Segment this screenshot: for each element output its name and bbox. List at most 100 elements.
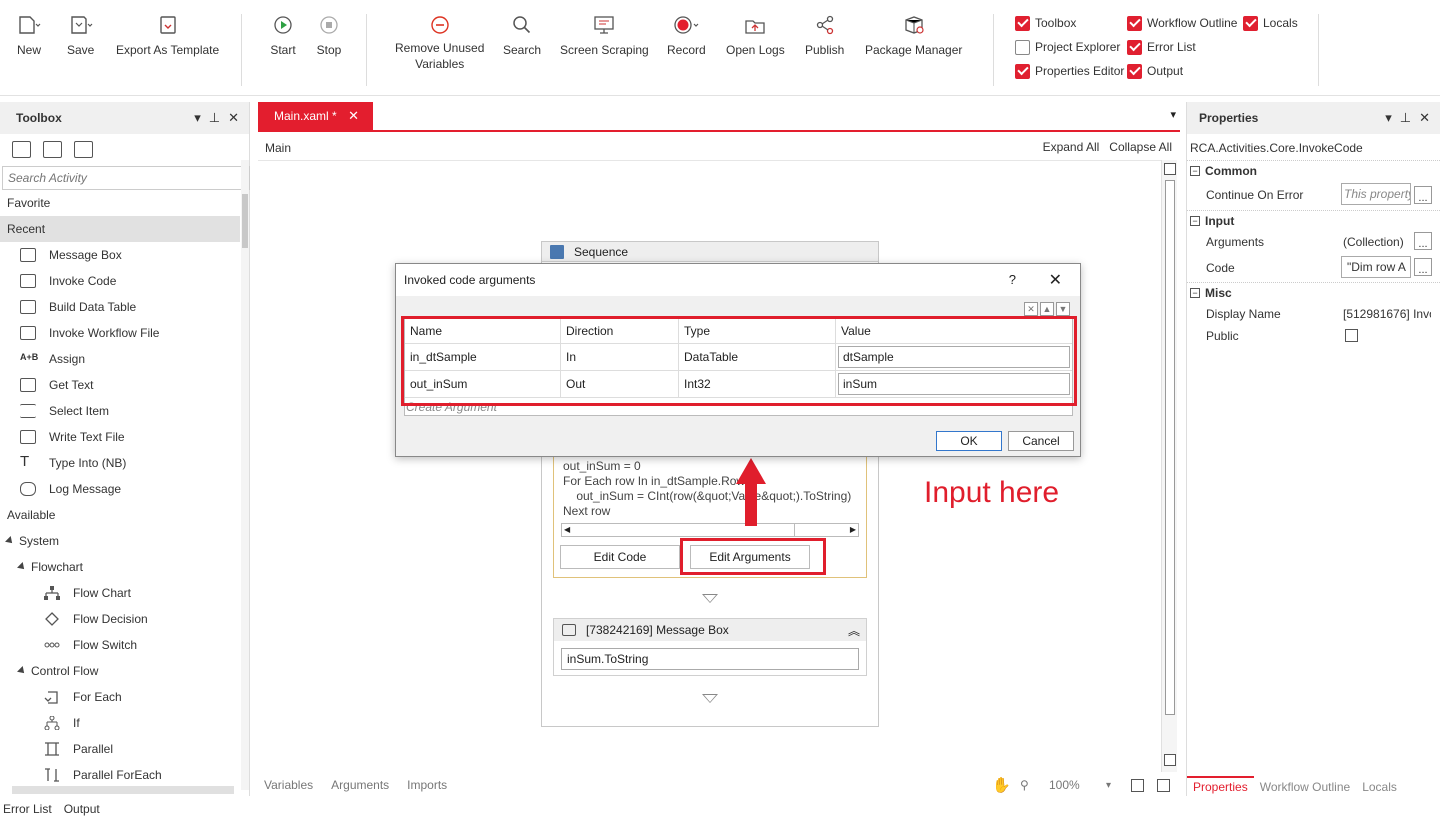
- ok-button[interactable]: OK: [936, 431, 1002, 451]
- move-up-icon[interactable]: ▲: [1040, 302, 1054, 316]
- move-down-icon[interactable]: ▼: [1056, 302, 1070, 316]
- collapse-chevron-icon[interactable]: ︽: [848, 622, 860, 639]
- toolbox-item-build-data-table[interactable]: Build Data Table: [0, 294, 240, 320]
- designer-scrollbar[interactable]: [1161, 160, 1177, 772]
- property-category-input[interactable]: − Input: [1187, 210, 1440, 230]
- search-button[interactable]: Search: [503, 12, 541, 58]
- toolbox-item-for-each[interactable]: For Each: [0, 684, 240, 710]
- package-manager-button[interactable]: Package Manager: [865, 12, 962, 58]
- dialog-close-icon[interactable]: ✕: [1049, 270, 1062, 290]
- toolbox-item-get-text[interactable]: Get Text: [0, 372, 240, 398]
- close-icon[interactable]: ✕: [1419, 110, 1430, 126]
- continue-on-error-input[interactable]: This property: [1341, 183, 1411, 205]
- close-icon[interactable]: ✕: [228, 110, 239, 126]
- scroll-down-icon[interactable]: [1164, 754, 1176, 766]
- help-button[interactable]: ?: [1009, 272, 1016, 287]
- ellipsis-button[interactable]: ...: [1414, 258, 1432, 276]
- scroll-right-icon[interactable]: ▶: [850, 525, 856, 534]
- dropdown-arrow-icon[interactable]: ▾: [1385, 110, 1392, 126]
- locals-checkbox[interactable]: Locals: [1243, 14, 1298, 32]
- toolbox-item-flow-decision[interactable]: Flow Decision: [0, 606, 240, 632]
- cancel-button[interactable]: Cancel: [1008, 431, 1074, 451]
- collapse-box-icon[interactable]: −: [1190, 215, 1200, 226]
- properties-editor-checkbox[interactable]: Properties Editor: [1015, 62, 1124, 80]
- hand-pan-icon[interactable]: ✋: [992, 776, 1011, 794]
- dropdown-arrow-icon[interactable]: ▾: [194, 110, 201, 126]
- toolbox-item-message-box[interactable]: Message Box: [0, 242, 240, 268]
- tab-locals[interactable]: Locals: [1356, 776, 1403, 798]
- public-checkbox[interactable]: [1345, 329, 1358, 342]
- imports-tab[interactable]: Imports: [407, 778, 447, 792]
- publish-button[interactable]: Publish: [805, 12, 844, 58]
- toolbox-item-parallel[interactable]: Parallel: [0, 736, 240, 762]
- overview-icon[interactable]: [1157, 778, 1170, 792]
- toolbox-item-invoke-code[interactable]: Invoke Code: [0, 268, 240, 294]
- collapse-box-icon[interactable]: −: [1190, 165, 1200, 176]
- zoom-icon[interactable]: ⚲: [1020, 778, 1029, 792]
- save-button[interactable]: Save: [67, 12, 94, 58]
- expand-all-link[interactable]: Expand All: [1043, 140, 1100, 154]
- toolbox-checkbox[interactable]: Toolbox: [1015, 14, 1076, 32]
- screen-scraping-button[interactable]: Screen Scraping: [560, 12, 649, 58]
- toolbox-group-flowchart[interactable]: Flowchart: [0, 554, 240, 580]
- toolbox-section-favorite[interactable]: Favorite: [0, 190, 240, 216]
- tab-properties[interactable]: Properties: [1187, 776, 1254, 798]
- variables-tab[interactable]: Variables: [264, 778, 313, 792]
- expand-all-icon[interactable]: [12, 140, 31, 158]
- start-button[interactable]: Start: [270, 12, 296, 58]
- output-checkbox[interactable]: Output: [1127, 62, 1183, 80]
- list-view-icon[interactable]: [74, 140, 93, 158]
- arguments-value[interactable]: (Collection): [1341, 231, 1411, 253]
- toolbox-item-invoke-workflow-file[interactable]: Invoke Workflow File: [0, 320, 240, 346]
- breadcrumb[interactable]: Main: [265, 141, 291, 155]
- scroll-up-icon[interactable]: [1164, 163, 1176, 175]
- search-activity-input[interactable]: [2, 166, 250, 190]
- toolbox-item-type-into[interactable]: T Type Into (NB): [0, 450, 240, 476]
- zoom-level[interactable]: 100%: [1049, 778, 1080, 792]
- collapse-box-icon[interactable]: −: [1190, 287, 1200, 298]
- zoom-dropdown-icon[interactable]: ▾: [1106, 780, 1111, 791]
- collapse-all-link[interactable]: Collapse All: [1109, 140, 1172, 154]
- arguments-tab[interactable]: Arguments: [331, 778, 389, 792]
- remove-unused-variables-button[interactable]: Remove Unused Variables: [395, 12, 484, 72]
- export-as-template-button[interactable]: Export As Template: [116, 12, 219, 58]
- toolbox-group-system[interactable]: System: [0, 528, 240, 554]
- toolbox-group-control-flow[interactable]: Control Flow: [0, 658, 240, 684]
- tab-workflow-outline[interactable]: Workflow Outline: [1254, 776, 1356, 798]
- toolbox-horizontal-scrollbar[interactable]: [12, 786, 234, 794]
- toolbox-item-flow-chart[interactable]: Flow Chart: [0, 580, 240, 606]
- workflow-outline-checkbox[interactable]: Workflow Outline: [1127, 14, 1237, 32]
- toolbox-item-parallel-foreach[interactable]: Parallel ForEach: [0, 762, 240, 788]
- toolbox-item-select-item[interactable]: Select Item: [0, 398, 240, 424]
- property-category-misc[interactable]: − Misc: [1187, 282, 1440, 302]
- scrollbar-thumb[interactable]: [1165, 180, 1175, 715]
- display-name-input[interactable]: [512981676] Invo: [1341, 303, 1431, 325]
- project-explorer-checkbox[interactable]: Project Explorer: [1015, 38, 1120, 56]
- property-category-common[interactable]: − Common: [1187, 160, 1440, 180]
- toolbox-item-if[interactable]: If: [0, 710, 240, 736]
- collapse-all-icon[interactable]: [43, 140, 62, 158]
- toolbox-item-assign[interactable]: A+B Assign: [0, 346, 240, 372]
- pin-icon[interactable]: ⊥: [209, 110, 220, 126]
- ellipsis-button[interactable]: ...: [1414, 186, 1432, 204]
- ellipsis-button[interactable]: ...: [1414, 232, 1432, 250]
- tab-overflow-icon[interactable]: ▾: [1170, 108, 1176, 121]
- tab-output[interactable]: Output: [64, 802, 100, 816]
- code-horizontal-scrollbar[interactable]: ◀ ▶: [561, 523, 859, 537]
- toolbox-section-available[interactable]: Available: [0, 502, 240, 528]
- toolbox-item-write-text-file[interactable]: Write Text File: [0, 424, 240, 450]
- toolbox-scrollbar[interactable]: [241, 160, 249, 790]
- message-box-activity[interactable]: [738242169] Message Box ︽ inSum.ToString: [553, 618, 867, 676]
- pin-icon[interactable]: ⊥: [1400, 110, 1411, 126]
- new-button[interactable]: New: [16, 12, 42, 58]
- close-tab-icon[interactable]: ✕: [348, 108, 359, 124]
- code-input[interactable]: "Dim row A: [1341, 256, 1411, 278]
- delete-argument-icon[interactable]: ✕: [1024, 302, 1038, 316]
- scrollbar-thumb[interactable]: [242, 194, 248, 248]
- edit-code-button[interactable]: Edit Code: [560, 545, 680, 569]
- toolbox-section-recent[interactable]: Recent: [0, 216, 240, 242]
- fit-to-screen-icon[interactable]: [1131, 778, 1144, 792]
- scroll-left-icon[interactable]: ◀: [564, 525, 570, 534]
- tab-main-xaml[interactable]: Main.xaml * ✕: [258, 102, 373, 130]
- stop-button[interactable]: Stop: [316, 12, 342, 58]
